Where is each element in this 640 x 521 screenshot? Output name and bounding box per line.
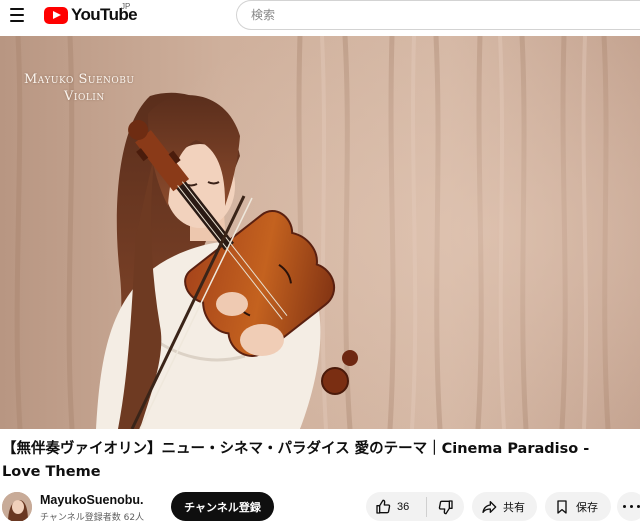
watermark-instrument: Violin — [64, 89, 105, 104]
subscribe-button[interactable]: チャンネル登録 — [171, 492, 274, 521]
more-dot-icon — [630, 505, 633, 508]
play-logo-icon — [44, 6, 68, 24]
more-actions-button[interactable] — [617, 492, 640, 521]
menu-icon[interactable] — [6, 4, 28, 26]
masthead: YouTube JP — [0, 0, 640, 32]
like-dislike-group: 36 — [366, 492, 464, 521]
bookmark-icon — [557, 499, 567, 514]
thumbs-down-icon — [438, 499, 453, 514]
video-title: 【無伴奏ヴァイオリン】ニュー・シネマ・パラダイス 愛のテーマ｜Cinema Pa… — [2, 441, 590, 480]
like-count: 36 — [397, 500, 410, 513]
channel-name[interactable]: MayukoSuenobu. — [40, 493, 143, 507]
thumbs-up-icon — [376, 499, 391, 514]
save-label: 保存 — [576, 500, 598, 514]
video-watermark: Mayuko Suenobu Violin — [24, 72, 134, 104]
more-dot-icon — [623, 505, 626, 508]
video-player[interactable]: Mayuko Suenobu Violin — [0, 36, 640, 429]
search-box[interactable] — [236, 0, 640, 30]
avatar[interactable] — [2, 492, 32, 521]
like-button[interactable]: 36 — [366, 492, 426, 521]
watermark-name: Mayuko Suenobu — [24, 72, 135, 87]
share-label: 共有 — [503, 500, 525, 514]
save-button[interactable]: 保存 — [545, 492, 611, 521]
share-button[interactable]: 共有 — [472, 492, 537, 521]
subscriber-count: チャンネル登録者数 62人 — [40, 513, 145, 521]
share-icon — [482, 500, 497, 513]
avatar-image — [2, 492, 32, 521]
dislike-button[interactable] — [427, 492, 464, 521]
search-input[interactable] — [251, 1, 631, 29]
country-code: JP — [121, 2, 131, 11]
